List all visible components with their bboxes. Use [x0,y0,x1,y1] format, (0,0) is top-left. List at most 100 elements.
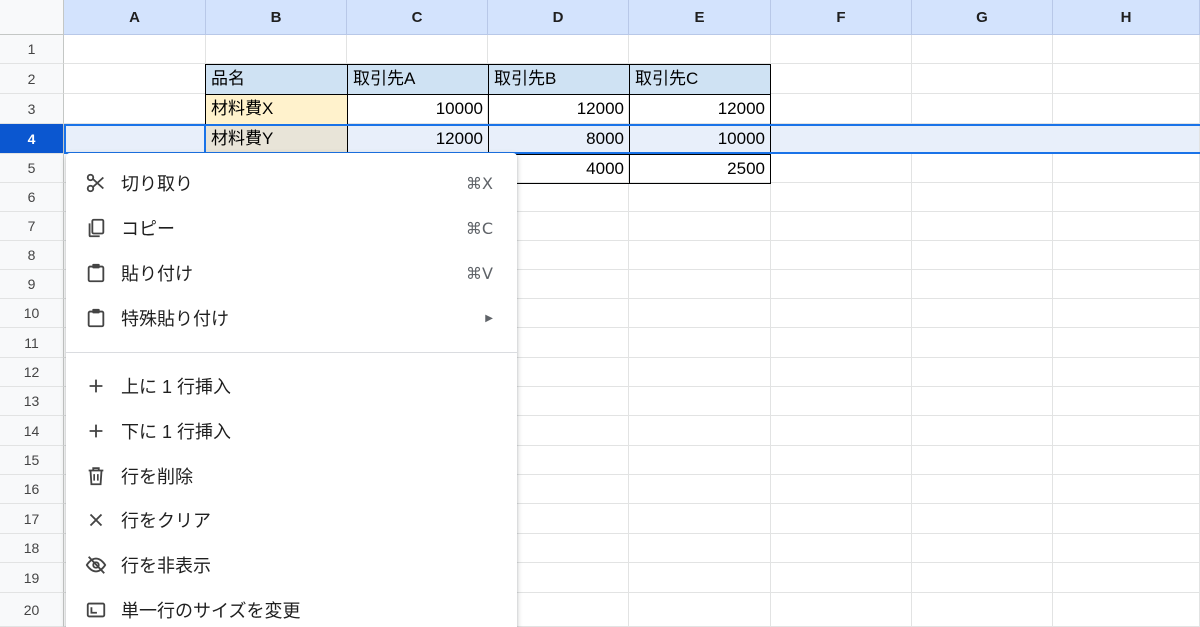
row-header[interactable]: 18 [0,534,64,563]
grid-cell[interactable] [771,35,912,64]
row-header[interactable]: 7 [0,212,64,241]
grid-cell[interactable] [1053,299,1200,328]
grid-cell[interactable] [206,35,347,64]
column-header-f[interactable]: F [771,0,912,35]
menu-item-clear-row[interactable]: 行をクリア [66,500,517,540]
grid-cell[interactable] [771,416,912,446]
menu-item-insert-row-above[interactable]: 上に 1 行挿入 [66,366,517,406]
grid-cell[interactable] [629,328,771,358]
grid-cell[interactable] [771,94,912,124]
grid-cell[interactable] [912,64,1053,94]
grid-cell[interactable] [771,64,912,94]
column-header-b[interactable]: B [206,0,347,35]
grid-cell[interactable] [771,328,912,358]
grid-cell[interactable] [771,534,912,563]
row-header[interactable]: 19 [0,563,64,593]
grid-cell[interactable] [1053,35,1200,64]
grid-cell[interactable] [912,387,1053,416]
grid-cell[interactable] [629,446,771,475]
menu-item-paste-special[interactable]: 特殊貼り付け ▶ [66,298,517,338]
grid-cell[interactable] [629,593,771,627]
grid-cell[interactable] [912,212,1053,241]
grid-cell[interactable] [629,534,771,563]
grid-cell[interactable] [771,358,912,387]
grid-cell[interactable] [912,416,1053,446]
row-header[interactable]: 16 [0,475,64,504]
grid-cell[interactable] [1053,593,1200,627]
table-header-cell[interactable]: 取引先C [629,64,771,95]
menu-item-insert-row-below[interactable]: 下に 1 行挿入 [66,411,517,451]
grid-cell[interactable] [912,358,1053,387]
grid-cell[interactable] [912,446,1053,475]
grid-cell[interactable] [771,387,912,416]
grid-cell[interactable] [1053,241,1200,270]
grid-cell[interactable] [912,504,1053,534]
row-header[interactable]: 8 [0,241,64,270]
row-header[interactable]: 17 [0,504,64,534]
grid-cell[interactable] [64,64,206,94]
grid-cell[interactable] [1053,387,1200,416]
grid-cell[interactable] [771,212,912,241]
grid-cell[interactable] [912,241,1053,270]
item-name-cell[interactable]: 材料費Y [205,124,348,155]
value-cell[interactable]: 12000 [629,94,771,125]
value-cell[interactable]: 10000 [629,124,771,155]
grid-cell[interactable] [64,35,206,64]
row-header[interactable]: 2 [0,64,64,94]
grid-cell[interactable] [629,212,771,241]
grid-cell[interactable] [1053,563,1200,593]
grid-cell[interactable] [912,35,1053,64]
grid-cell[interactable] [771,563,912,593]
grid-cell[interactable] [1053,358,1200,387]
row-header[interactable]: 13 [0,387,64,416]
grid-cell[interactable] [1053,328,1200,358]
row-header[interactable]: 5 [0,154,64,183]
row-header[interactable]: 4 [0,124,64,154]
value-cell[interactable]: 8000 [488,124,630,155]
grid-cell[interactable] [64,124,206,154]
menu-item-hide-row[interactable]: 行を非表示 [66,545,517,585]
menu-item-cut[interactable]: 切り取り ⌘X [66,163,517,203]
grid-cell[interactable] [1053,212,1200,241]
value-cell[interactable]: 12000 [347,124,489,155]
table-header-cell[interactable]: 取引先B [488,64,630,95]
grid-cell[interactable] [771,446,912,475]
grid-cell[interactable] [771,241,912,270]
row-header[interactable]: 15 [0,446,64,475]
menu-item-copy[interactable]: コピー ⌘C [66,208,517,248]
grid-cell[interactable] [629,241,771,270]
grid-cell[interactable] [1053,416,1200,446]
grid-cell[interactable] [629,270,771,299]
grid-cell[interactable] [1053,64,1200,94]
row-header[interactable]: 3 [0,94,64,124]
item-name-cell[interactable]: 材料費X [205,94,348,125]
grid-cell[interactable] [912,299,1053,328]
grid-cell[interactable] [488,35,629,64]
grid-cell[interactable] [771,183,912,212]
grid-cell[interactable] [912,154,1053,183]
grid-cell[interactable] [629,358,771,387]
row-header[interactable]: 9 [0,270,64,299]
grid-cell[interactable] [771,299,912,328]
grid-cell[interactable] [629,416,771,446]
table-header-cell[interactable]: 取引先A [347,64,489,95]
row-header[interactable]: 10 [0,299,64,328]
menu-item-delete-row[interactable]: 行を削除 [66,456,517,496]
grid-cell[interactable] [629,183,771,212]
value-cell[interactable]: 10000 [347,94,489,125]
grid-cell[interactable] [912,563,1053,593]
grid-cell[interactable] [912,534,1053,563]
row-header[interactable]: 20 [0,593,64,627]
grid-cell[interactable] [912,270,1053,299]
grid-cell[interactable] [64,94,206,124]
column-header-e[interactable]: E [629,0,771,35]
row-header[interactable]: 6 [0,183,64,212]
grid-cell[interactable] [1053,534,1200,563]
menu-item-resize-row[interactable]: 単一行のサイズを変更 [66,590,517,627]
grid-cell[interactable] [629,387,771,416]
column-header-g[interactable]: G [912,0,1053,35]
grid-cell[interactable] [1053,504,1200,534]
grid-cell[interactable] [771,154,912,183]
grid-cell[interactable] [912,475,1053,504]
grid-cell[interactable] [1053,446,1200,475]
